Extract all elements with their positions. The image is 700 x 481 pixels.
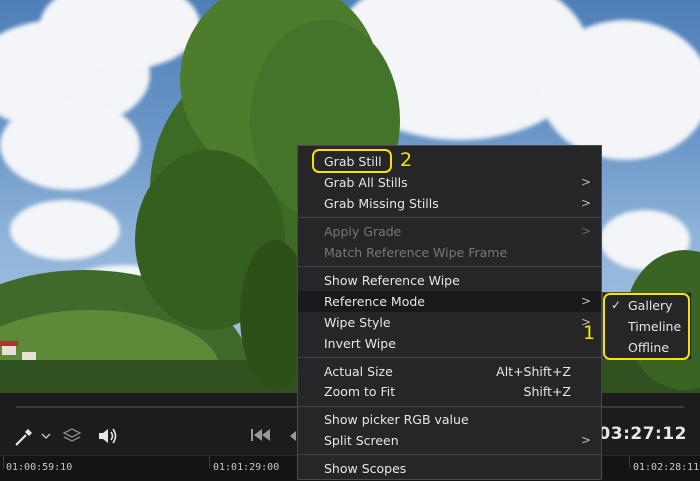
menu-item-label: Invert Wipe [324,336,396,351]
annotation-number: 2 [400,149,413,171]
speaker-icon[interactable] [97,426,119,446]
menu-separator [298,454,601,455]
menu-item-label: Wipe Style [324,315,391,330]
menu-item-apply-grade[interactable]: Apply Grade > [298,221,601,242]
menu-item-label: Show Scopes [324,461,407,476]
ruler-timecode: 01:01:29:00 [213,462,280,473]
skip-back-icon[interactable] [249,427,273,443]
ruler-timecode: 01:00:59:10 [6,462,73,473]
ruler-timecode: 01:02:28:11 [633,462,700,473]
annotation-highlight-reference-mode [603,293,690,360]
play-reverse-icon[interactable] [289,430,297,442]
menu-item-label: Grab All Stills [324,175,408,190]
submenu-arrow-icon: > [580,224,591,238]
menu-item-wipe-style[interactable]: Wipe Style > [298,312,601,333]
ruler-tick [629,456,630,468]
menu-item-shortcut: Shift+Z [523,384,571,399]
cloud [540,20,700,160]
menu-item-label: Split Screen [324,433,399,448]
layers-icon[interactable] [62,426,82,446]
menu-item-show-reference-wipe[interactable]: Show Reference Wipe [298,270,601,291]
menu-item-grab-missing-stills[interactable]: Grab Missing Stills > [298,193,601,214]
menu-item-label: Reference Mode [324,294,425,309]
submenu-arrow-icon: > [580,175,591,189]
menu-item-invert-wipe[interactable]: Invert Wipe [298,333,601,354]
menu-item-match-reference-wipe-frame[interactable]: Match Reference Wipe Frame [298,242,601,263]
menu-separator [298,266,601,267]
chevron-down-icon[interactable] [40,431,52,441]
menu-item-zoom-to-fit[interactable]: Zoom to Fit Shift+Z [298,381,601,402]
menu-item-reference-mode[interactable]: Reference Mode > [298,291,601,312]
submenu-arrow-icon: > [580,294,591,308]
menu-item-shortcut: Alt+Shift+Z [496,364,571,379]
annotation-number: 1 [583,322,596,344]
viewer-context-menu: Grab Still Grab All Stills > Grab Missin… [297,145,602,480]
submenu-arrow-icon: > [580,196,591,210]
submenu-arrow-icon: > [580,433,591,447]
cloud [10,200,120,260]
menu-item-grab-all-stills[interactable]: Grab All Stills > [298,172,601,193]
menu-item-show-scopes[interactable]: Show Scopes [298,458,601,479]
cloud [0,100,140,190]
menu-item-label: Zoom to Fit [324,384,396,399]
menu-item-label: Grab Missing Stills [324,196,439,211]
menu-separator [298,217,601,218]
menu-item-label: Actual Size [324,364,393,379]
ruler-tick [209,456,210,468]
menu-item-label: Apply Grade [324,224,402,239]
menu-separator [298,406,601,407]
menu-item-split-screen[interactable]: Split Screen > [298,430,601,451]
menu-separator [298,357,601,358]
menu-item-label: Show picker RGB value [324,412,469,427]
roof [0,341,18,346]
ruler-tick [3,456,4,468]
menu-item-label: Show Reference Wipe [324,273,460,288]
house [2,345,16,355]
menu-item-label: Match Reference Wipe Frame [324,245,508,260]
menu-item-show-picker-rgb[interactable]: Show picker RGB value [298,409,601,430]
picker-icon[interactable] [14,425,36,447]
menu-item-actual-size[interactable]: Actual Size Alt+Shift+Z [298,361,601,382]
annotation-highlight-grab-still [312,149,392,173]
